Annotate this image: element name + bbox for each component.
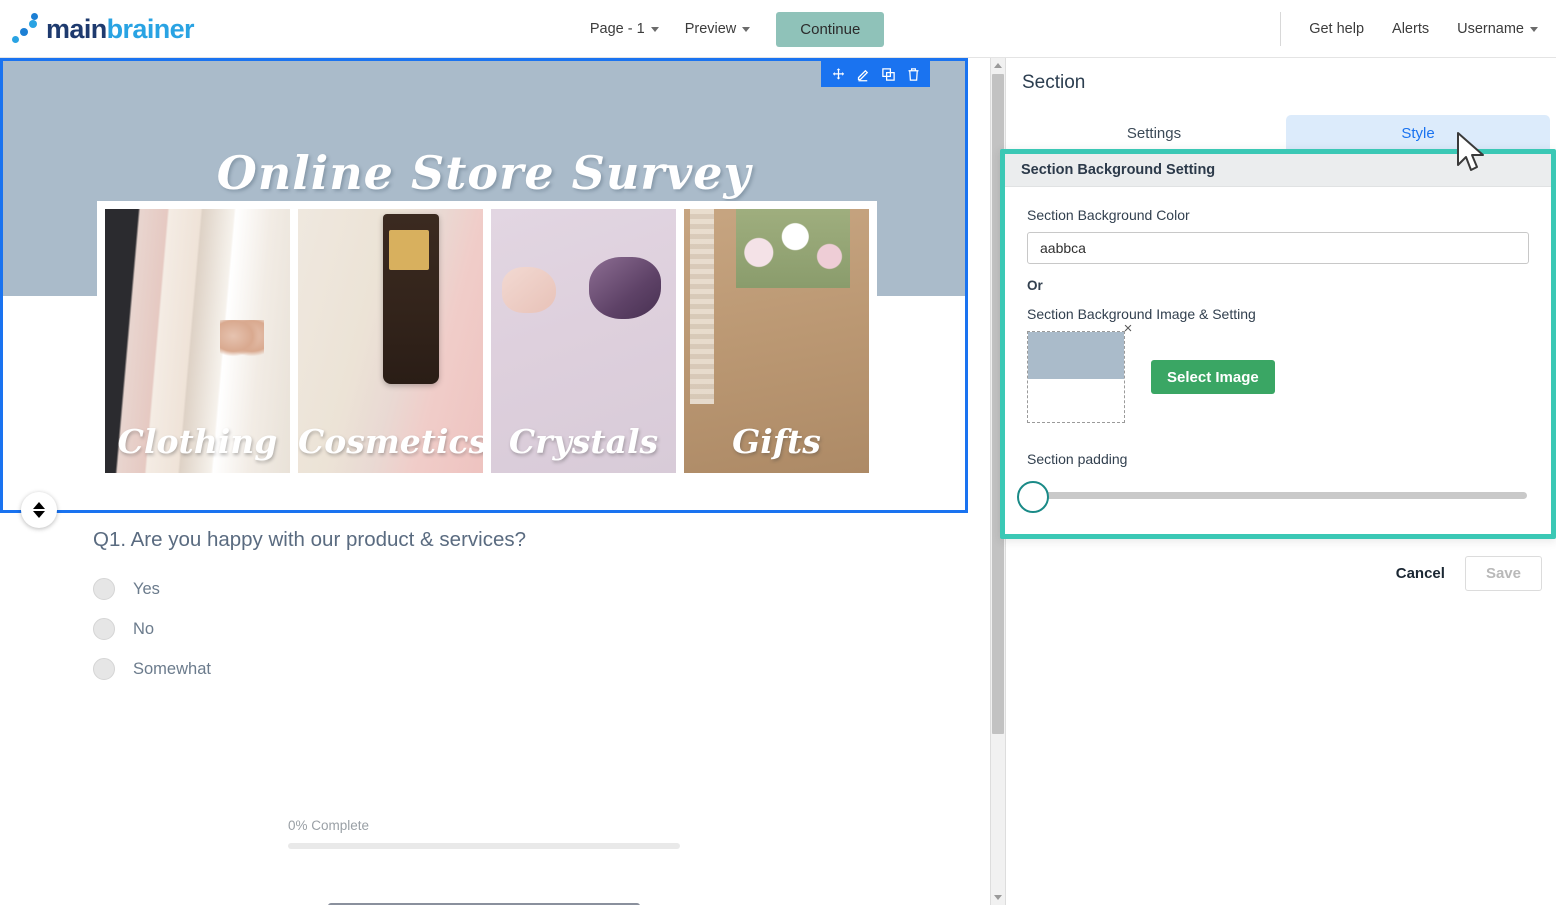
tab-settings[interactable]: Settings — [1022, 115, 1286, 152]
radio-icon[interactable] — [93, 578, 115, 600]
background-image-thumbnail[interactable]: × — [1027, 331, 1125, 423]
move-icon[interactable] — [827, 63, 849, 85]
background-color-input[interactable] — [1027, 232, 1529, 264]
tab-style-label: Style — [1401, 125, 1434, 142]
progress-bar — [288, 843, 680, 849]
page-selector-label: Page - 1 — [590, 21, 645, 37]
category-label: Crystals — [491, 422, 676, 461]
duplicate-icon[interactable] — [877, 63, 899, 85]
category-tile[interactable]: Cosmetics — [298, 209, 483, 473]
slider-handle[interactable] — [1017, 481, 1049, 513]
category-label: Cosmetics — [298, 422, 483, 461]
edit-icon[interactable] — [852, 63, 874, 85]
thumbnail-preview — [1028, 332, 1124, 379]
answer-option-somewhat[interactable]: Somewhat — [93, 658, 968, 680]
panel-tabs: Settings Style — [1022, 115, 1550, 152]
category-tile[interactable]: Crystals — [491, 209, 676, 473]
tab-style[interactable]: Style — [1286, 115, 1550, 152]
cancel-button[interactable]: Cancel — [1390, 557, 1451, 590]
background-image-label: Section Background Image & Setting — [1027, 306, 1529, 322]
chevron-down-icon — [742, 27, 750, 32]
logo-text-secondary: brainer — [107, 14, 194, 44]
or-separator-label: Or — [1027, 278, 1529, 293]
category-tile[interactable]: Gifts — [684, 209, 869, 473]
answer-option-label: Yes — [133, 580, 160, 599]
mainbrainer-logo[interactable]: mainbrainer — [12, 7, 194, 51]
logo-dots-icon — [12, 14, 42, 44]
top-bar: mainbrainer Page - 1 Preview Continue Ge… — [0, 0, 1556, 58]
survey-canvas: Online Store Survey Clothing Cosmetics C… — [0, 58, 990, 905]
alerts-link[interactable]: Alerts — [1392, 21, 1429, 37]
continue-button[interactable]: Continue — [776, 12, 884, 47]
answer-option-label: Somewhat — [133, 660, 211, 679]
save-button[interactable]: Save — [1465, 556, 1542, 591]
radio-icon[interactable] — [93, 618, 115, 640]
card-header: Section Background Setting — [1005, 154, 1551, 187]
category-label: Gifts — [684, 422, 869, 461]
radio-icon[interactable] — [93, 658, 115, 680]
section-element-toolbar — [821, 61, 930, 87]
delete-icon[interactable] — [902, 63, 924, 85]
section-reorder-handle[interactable] — [21, 492, 57, 528]
background-image-row: × Select Image — [1027, 331, 1529, 423]
chevron-down-icon — [651, 27, 659, 32]
section-background-setting-card: Section Background Setting Section Backg… — [1000, 149, 1556, 539]
scroll-up-icon[interactable] — [994, 63, 1002, 68]
get-help-link[interactable]: Get help — [1309, 21, 1364, 37]
remove-image-icon[interactable]: × — [1120, 321, 1136, 337]
scroll-down-icon[interactable] — [994, 895, 1002, 900]
panel-title: Section — [1008, 58, 1556, 94]
select-image-button[interactable]: Select Image — [1151, 360, 1275, 394]
page-selector[interactable]: Page - 1 — [590, 21, 659, 37]
progress-label: 0% Complete — [288, 818, 680, 833]
username-label: Username — [1457, 21, 1524, 37]
preview-selector[interactable]: Preview — [685, 21, 751, 37]
category-label: Clothing — [105, 422, 290, 461]
answer-option-yes[interactable]: Yes — [93, 578, 968, 600]
question-text: Q1. Are you happy with our product & ser… — [93, 528, 968, 552]
tab-settings-label: Settings — [1127, 125, 1181, 142]
selected-section[interactable]: Online Store Survey Clothing Cosmetics C… — [0, 58, 968, 513]
chevron-down-icon — [1530, 27, 1538, 32]
survey-title: Online Store Survey — [3, 146, 965, 200]
section-settings-panel: Section Settings Style Section Backgroun… — [1008, 58, 1556, 905]
survey-progress: 0% Complete — [288, 818, 680, 849]
background-color-label: Section Background Color — [1027, 207, 1529, 223]
category-image-strip[interactable]: Clothing Cosmetics Crystals Gifts — [97, 201, 877, 481]
card-body: Section Background Color Or Section Back… — [1005, 187, 1551, 511]
top-bar-center-actions: Page - 1 Preview Continue — [590, 12, 884, 47]
preview-label: Preview — [685, 21, 737, 37]
username-menu[interactable]: Username — [1457, 21, 1538, 37]
panel-footer-actions: Cancel Save — [1390, 556, 1542, 591]
answer-option-label: No — [133, 620, 154, 639]
section-padding-slider[interactable] — [1027, 481, 1529, 511]
category-tile[interactable]: Clothing — [105, 209, 290, 473]
answer-option-no[interactable]: No — [93, 618, 968, 640]
top-bar-right-actions: Get help Alerts Username — [1280, 12, 1538, 46]
question-block: Q1. Are you happy with our product & ser… — [0, 528, 968, 698]
logo-text-main: main — [46, 14, 107, 44]
section-padding-label: Section padding — [1027, 451, 1529, 467]
slider-track[interactable] — [1035, 492, 1527, 499]
